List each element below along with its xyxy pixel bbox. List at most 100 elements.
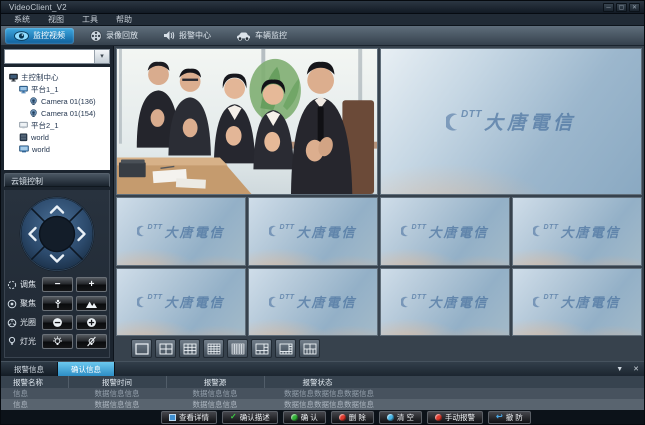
- watermark: DTT大唐電信: [117, 269, 245, 336]
- video-tile-2[interactable]: DTT 大唐電信: [380, 48, 642, 195]
- button-label: 查看详情: [179, 412, 209, 423]
- manual-alarm-button[interactable]: 手动报警: [427, 411, 483, 424]
- video-tile-live[interactable]: [116, 48, 378, 195]
- close-icon[interactable]: ✕: [629, 3, 640, 12]
- maximize-icon[interactable]: ▢: [616, 3, 627, 12]
- crescent-logo-icon: [401, 296, 409, 308]
- tab-label: 录像回放: [106, 30, 138, 41]
- tree-item-label: world: [31, 133, 49, 142]
- watermark: DTT 大唐電信: [381, 49, 641, 194]
- tree-item-camera-154[interactable]: Camera 01(154): [6, 107, 108, 119]
- tree-item-label: world: [32, 145, 50, 154]
- tree-item-control-center[interactable]: 主控制中心: [6, 71, 108, 83]
- tab-playback[interactable]: 录像回放: [81, 28, 147, 44]
- iris-control-row: 光圈: [6, 315, 108, 330]
- col-alarm-status[interactable]: 报警状态: [264, 376, 644, 388]
- nav-toolbar: 监控视频 录像回放 报警中心 车辆监控: [1, 26, 644, 46]
- watermark-brand: DTT: [147, 224, 162, 231]
- tab-alarm-center[interactable]: 报警中心: [154, 28, 220, 44]
- cell-alarm-status: 数据信息数据信息数据信息: [264, 399, 644, 410]
- light-off-button[interactable]: [76, 334, 107, 349]
- light-on-button[interactable]: [42, 334, 73, 349]
- video-tile-6[interactable]: DTT大唐電信: [512, 197, 642, 266]
- video-tile-3[interactable]: DTT大唐電信: [116, 197, 246, 266]
- layout-25-button[interactable]: [227, 339, 248, 358]
- layout-10-button[interactable]: [299, 339, 320, 358]
- layout-bar: [116, 336, 642, 361]
- video-tile-4[interactable]: DTT大唐電信: [248, 197, 378, 266]
- ptz-dpad[interactable]: [18, 195, 96, 273]
- tree-item-world-2[interactable]: world: [6, 143, 108, 155]
- video-tile-7[interactable]: DTT大唐電信: [116, 268, 246, 337]
- layout-16-button[interactable]: [203, 339, 224, 358]
- crescent-logo-icon: [269, 225, 277, 237]
- menu-help[interactable]: 帮助: [107, 14, 141, 25]
- iris-close-button[interactable]: [42, 315, 73, 330]
- crescent-logo-icon: [137, 296, 145, 308]
- layout-9-button[interactable]: [179, 339, 200, 358]
- col-alarm-name[interactable]: 报警名称: [1, 376, 68, 388]
- window-controls: ─ ▢ ✕: [603, 3, 640, 12]
- tree-item-platform2[interactable]: 平台2_1: [6, 119, 108, 131]
- cell-alarm-status: 数据信息数据信息数据信息: [264, 388, 644, 399]
- focus-near-button[interactable]: [42, 296, 73, 311]
- alarm-row[interactable]: 信息 数据信息信息 数据信息信息 数据信息数据信息数据信息: [1, 388, 644, 399]
- tree-item-label: Camera 01(154): [41, 109, 96, 118]
- watermark-name: 大唐電信: [297, 292, 357, 311]
- watermark-name: 大唐電信: [165, 292, 225, 311]
- alarm-table: 报警名称 报警时间 报警源 报警状态 信息 数据信息信息 数据信息信息 数据信息…: [1, 376, 644, 410]
- videoclient-window: VideoClient_V2 ─ ▢ ✕ 系统 视图 工具 帮助 监控视频 录像…: [0, 0, 645, 425]
- iris-open-button[interactable]: [76, 315, 107, 330]
- watermark-name: 大唐電信: [561, 222, 621, 241]
- device-combo-input[interactable]: [5, 50, 94, 63]
- device-tree: 主控制中心 平台1_1 Camera 01(136) Camera 01(154…: [4, 67, 110, 170]
- ptz-panel: 调焦 − + 聚焦 光圈 灯光: [4, 190, 110, 358]
- car-icon: [236, 31, 251, 41]
- menu-view[interactable]: 视图: [39, 14, 73, 25]
- zoom-out-button[interactable]: −: [42, 277, 73, 292]
- tree-item-camera-136[interactable]: Camera 01(136): [6, 95, 108, 107]
- watermark-name: 大唐電信: [484, 108, 576, 135]
- focus-far-button[interactable]: [76, 296, 107, 311]
- focus-label: 聚焦: [20, 298, 39, 309]
- undo-arrow-icon: ↩: [496, 413, 503, 421]
- chevron-down-icon[interactable]: ▾: [94, 50, 109, 63]
- tree-item-world-1[interactable]: world: [6, 131, 108, 143]
- panel-collapse-icon[interactable]: ▼: [611, 362, 628, 376]
- confirm-description-button[interactable]: ✓ 确认描述: [222, 411, 278, 424]
- watermark: DTT大唐電信: [381, 269, 509, 336]
- menu-tools[interactable]: 工具: [73, 14, 107, 25]
- button-label: 删 除: [349, 412, 366, 423]
- crescent-logo-icon: [401, 225, 409, 237]
- menu-system[interactable]: 系统: [5, 14, 39, 25]
- panel-close-icon[interactable]: ✕: [628, 362, 644, 376]
- col-alarm-time[interactable]: 报警时间: [68, 376, 166, 388]
- delete-button[interactable]: 删 除: [331, 411, 374, 424]
- tree-item-platform1[interactable]: 平台1_1: [6, 83, 108, 95]
- tab-alarm-info[interactable]: 报警信息: [1, 362, 58, 376]
- layout-6-button[interactable]: [251, 339, 272, 358]
- video-tile-8[interactable]: DTT大唐電信: [248, 268, 378, 337]
- video-tile-9[interactable]: DTT大唐電信: [380, 268, 510, 337]
- video-tile-5[interactable]: DTT大唐電信: [380, 197, 510, 266]
- alarm-row[interactable]: 信息 数据信息信息 数据信息信息 数据信息数据信息数据信息: [1, 399, 644, 410]
- disarm-button[interactable]: ↩ 撤 防: [488, 411, 531, 424]
- layout-8-button[interactable]: [275, 339, 296, 358]
- layout-4-button[interactable]: [155, 339, 176, 358]
- clear-button[interactable]: 清 空: [379, 411, 422, 424]
- blue-dot-icon: [387, 414, 394, 421]
- film-icon: [90, 30, 102, 42]
- minimize-icon[interactable]: ─: [603, 3, 614, 12]
- zoom-in-button[interactable]: +: [76, 277, 107, 292]
- zoom-label: 调焦: [20, 279, 39, 290]
- video-tile-10[interactable]: DTT大唐電信: [512, 268, 642, 337]
- col-alarm-source[interactable]: 报警源: [166, 376, 264, 388]
- layout-1-button[interactable]: [131, 339, 152, 358]
- confirm-button[interactable]: 确 认: [283, 411, 326, 424]
- view-details-button[interactable]: 查看详情: [161, 411, 217, 424]
- tab-confirm-info[interactable]: 确认信息: [58, 362, 115, 376]
- tab-vehicle-monitor[interactable]: 车辆监控: [227, 28, 296, 44]
- iris-label: 光圈: [20, 317, 39, 328]
- tab-monitor-video[interactable]: 监控视频: [5, 28, 74, 44]
- cell-alarm-time: 数据信息信息: [68, 388, 166, 399]
